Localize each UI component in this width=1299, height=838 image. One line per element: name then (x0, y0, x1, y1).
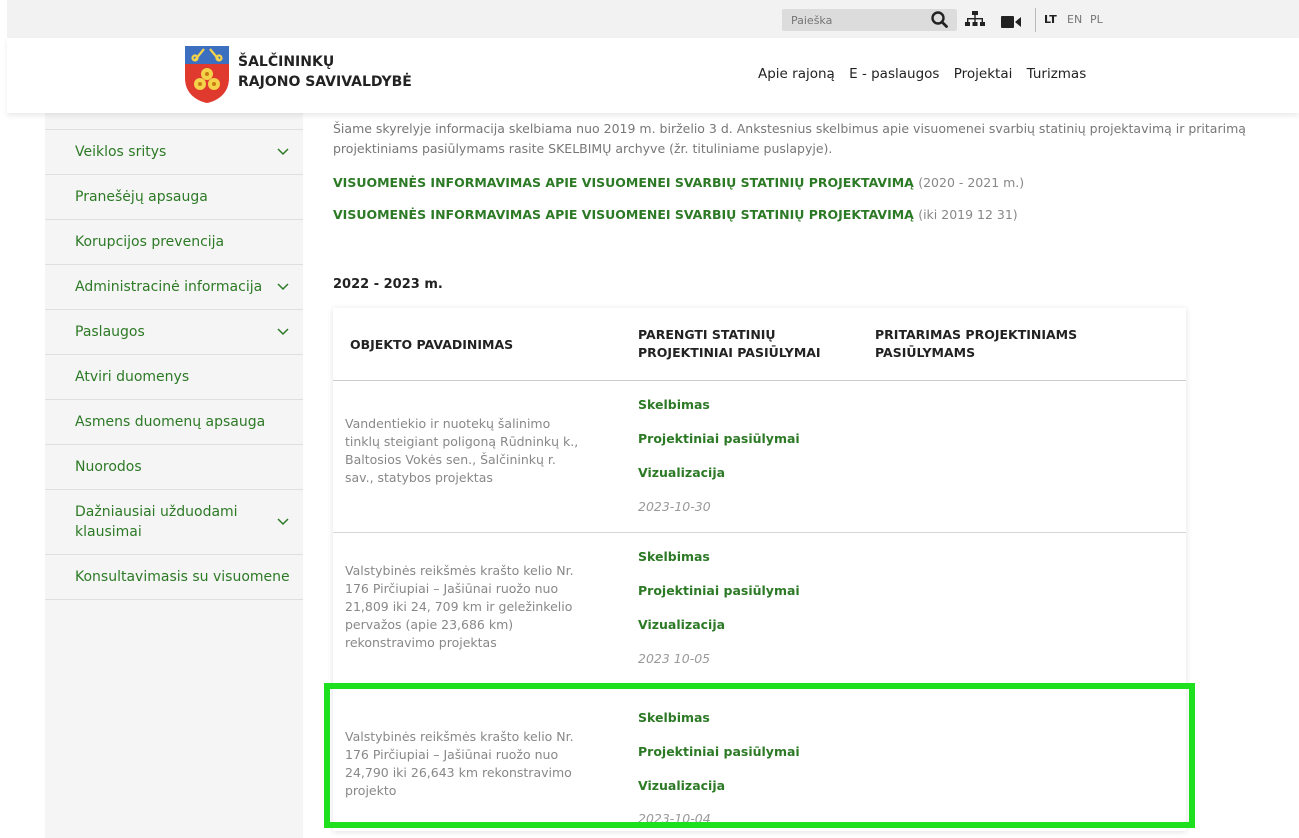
sidebar-item-pranesej-apsauga[interactable]: Pranešėjų apsauga (45, 175, 303, 220)
lang-en[interactable]: EN (1067, 13, 1082, 26)
column-header: PARENGTI STATINIŲ PROJEKTINIAI PASIŪLYMA… (638, 327, 821, 360)
row-date: 2023-10-30 (638, 499, 711, 514)
sidebar-item-label: Dažniausiai užduodami klausimai (75, 504, 238, 540)
object-name: Valstybinės reikšmės krašto kelio Nr. 17… (345, 729, 574, 798)
link-projektiniai-pasiulymai[interactable]: Projektiniai pasiūlymai (638, 583, 800, 598)
projects-table: OBJEKTO PAVADINIMAS PARENGTI STATINIŲ PR… (333, 308, 1186, 831)
link-vizualizacija[interactable]: Vizualizacija (638, 778, 725, 793)
top-utility-bar: LT EN PL (7, 0, 1299, 38)
sidebar: Veiklos sritys Pranešėjų apsauga Korupci… (45, 113, 303, 838)
link-projektiniai-pasiulymai[interactable]: Projektiniai pasiūlymai (638, 744, 800, 759)
row-date: 2023-10-04 (638, 811, 711, 826)
sitemap-icon[interactable] (965, 11, 985, 31)
link-skelbimas[interactable]: Skelbimas (638, 549, 710, 564)
sidebar-item-administracine-informacija[interactable]: Administracinė informacija (45, 265, 303, 310)
object-name: Valstybinės reikšmės krašto kelio Nr. 17… (345, 563, 574, 650)
column-header: OBJEKTO PAVADINIMAS (350, 337, 514, 352)
nav-apie-rajona[interactable]: Apie rajoną (758, 66, 835, 82)
table-row: Valstybinės reikšmės krašto kelio Nr. 17… (333, 686, 1186, 831)
link-informavimas-iki-2019[interactable]: VISUOMENĖS INFORMAVIMAS APIE VISUOMENEI … (333, 207, 1018, 222)
table-row: Vandentiekio ir nuotekų šalinimo tinklų … (333, 381, 1186, 533)
sidebar-item-label: Asmens duomenų apsauga (75, 414, 266, 430)
link-vizualizacija[interactable]: Vizualizacija (638, 465, 725, 480)
chevron-down-icon[interactable] (277, 148, 289, 156)
chevron-down-icon[interactable] (277, 283, 289, 291)
sidebar-item-label: Atviri duomenys (75, 369, 190, 385)
nav-turizmas[interactable]: Turizmas (1027, 66, 1087, 82)
sidebar-item-label: Konsultavimasis su visuomene (75, 569, 290, 585)
link-vizualizacija[interactable]: Vizualizacija (638, 617, 725, 632)
table-header: OBJEKTO PAVADINIMAS PARENGTI STATINIŲ PR… (333, 308, 1186, 381)
sidebar-item-label: Administracinė informacija (75, 279, 263, 295)
sidebar-item-nuorodos[interactable]: Nuorodos (45, 445, 303, 490)
chevron-down-icon[interactable] (277, 518, 289, 526)
link-years: (iki 2019 12 31) (918, 207, 1018, 222)
video-camera-icon[interactable] (1001, 13, 1021, 32)
search-input[interactable] (782, 9, 922, 31)
link-skelbimas[interactable]: Skelbimas (638, 397, 710, 412)
site-brand[interactable]: ŠALČININKŲ RAJONO SAVIVALDYBĖ (238, 52, 412, 92)
row-date: 2023 10-05 (638, 651, 711, 666)
sidebar-item-partial (45, 113, 303, 130)
link-informavimas-2020-2021[interactable]: VISUOMENĖS INFORMAVIMAS APIE VISUOMENEI … (333, 175, 1024, 190)
sidebar-item-duk[interactable]: Dažniausiai užduodami klausimai (45, 490, 303, 555)
link-years: (2020 - 2021 m.) (918, 175, 1025, 190)
sidebar-item-label: Pranešėjų apsauga (75, 189, 208, 205)
sidebar-item-label: Nuorodos (75, 459, 142, 475)
object-name: Vandentiekio ir nuotekų šalinimo tinklų … (345, 416, 579, 485)
search-box (782, 9, 957, 31)
sidebar-item-label: Korupcijos prevencija (75, 234, 225, 250)
intro-text: Šiame skyrelyje informacija skelbiama nu… (333, 121, 1246, 156)
coat-of-arms-logo[interactable] (183, 44, 231, 104)
sidebar-item-korupcijos-prevencija[interactable]: Korupcijos prevencija (45, 220, 303, 265)
brand-line2: RAJONO SAVIVALDYBĖ (238, 74, 412, 90)
sidebar-item-atviri-duomenys[interactable]: Atviri duomenys (45, 355, 303, 400)
nav-projektai[interactable]: Projektai (954, 66, 1013, 82)
year-heading: 2022 - 2023 m. (333, 277, 443, 292)
brand-line1: ŠALČININKŲ (238, 54, 335, 70)
link-skelbimas[interactable]: Skelbimas (638, 710, 710, 725)
link-text: VISUOMENĖS INFORMAVIMAS APIE VISUOMENEI … (333, 175, 914, 190)
sidebar-item-veiklos-sritys[interactable]: Veiklos sritys (45, 130, 303, 175)
main-navigation: Apie rajoną E - paslaugos Projektai Turi… (758, 66, 1096, 82)
search-icon[interactable] (929, 10, 951, 30)
sidebar-item-label: Paslaugos (75, 324, 145, 340)
column-header: PRITARIMAS PROJEKTINIAMS PASIŪLYMAMS (875, 327, 1078, 360)
link-text: VISUOMENĖS INFORMAVIMAS APIE VISUOMENEI … (333, 207, 914, 222)
nav-e-paslaugos[interactable]: E - paslaugos (849, 66, 939, 82)
lang-lt[interactable]: LT (1044, 13, 1057, 26)
lang-pl[interactable]: PL (1090, 13, 1103, 26)
divider (1035, 8, 1036, 32)
sidebar-item-asmens-duomenu-apsauga[interactable]: Asmens duomenų apsauga (45, 400, 303, 445)
sidebar-item-konsultavimasis[interactable]: Konsultavimasis su visuomene (45, 555, 303, 600)
site-header: ŠALČININKŲ RAJONO SAVIVALDYBĖ Apie rajon… (7, 38, 1299, 113)
chevron-down-icon[interactable] (277, 328, 289, 336)
sidebar-item-paslaugos[interactable]: Paslaugos (45, 310, 303, 355)
link-projektiniai-pasiulymai[interactable]: Projektiniai pasiūlymai (638, 431, 800, 446)
table-row: Valstybinės reikšmės krašto kelio Nr. 17… (333, 533, 1186, 686)
sidebar-item-label: Veiklos sritys (75, 144, 167, 160)
